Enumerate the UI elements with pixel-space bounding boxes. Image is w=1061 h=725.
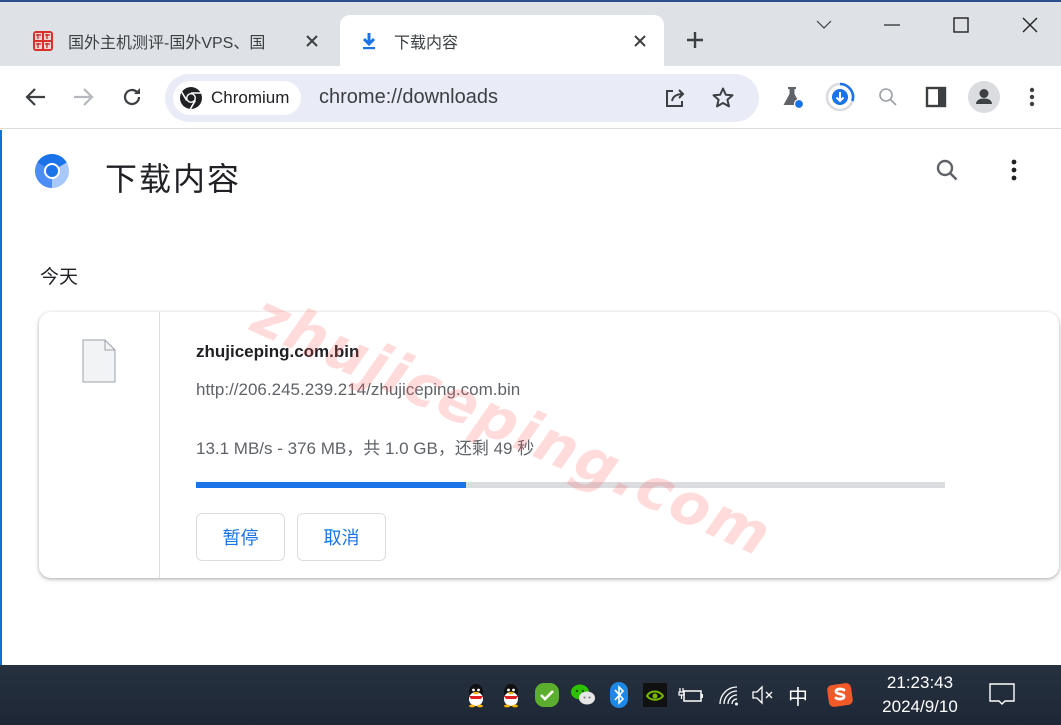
close-icon [306, 34, 318, 47]
bookmark-button[interactable] [707, 82, 739, 114]
minimize-button[interactable] [869, 10, 915, 40]
share-icon [666, 89, 685, 107]
tray-qq-2[interactable] [498, 682, 524, 708]
volume-muted-icon [752, 685, 773, 705]
cancel-button[interactable]: 取消 [297, 513, 386, 561]
file-icon-column [39, 312, 160, 578]
file-icon [82, 339, 116, 383]
download-status: 13.1 MB/s - 376 MB，共 1.0 GB，还剩 49 秒 [196, 439, 535, 458]
tray-bluetooth[interactable] [606, 682, 632, 708]
tray-security[interactable] [534, 682, 560, 708]
address-bar[interactable]: Chromium chrome://downloads [165, 74, 759, 122]
tray-qq-1[interactable] [463, 682, 489, 708]
downloads-button[interactable] [824, 81, 856, 113]
flask-icon [783, 87, 804, 109]
download-progress-icon [825, 82, 855, 112]
site-seal-icon [33, 30, 53, 51]
wechat-icon [571, 684, 595, 705]
close-icon [1022, 17, 1038, 33]
file-source-url[interactable]: http://206.245.239.214/zhujiceping.com.b… [196, 380, 520, 400]
download-icon [362, 32, 376, 49]
reload-icon [123, 88, 141, 106]
browser-toolbar: Chromium chrome://downloads [0, 66, 1061, 129]
download-progress-bar [196, 482, 945, 488]
minimize-icon [884, 24, 900, 26]
qq-icon [504, 684, 518, 708]
chip-label: Chromium [211, 88, 290, 107]
forward-button[interactable] [68, 81, 100, 113]
date-section-label: 今天 [40, 267, 79, 288]
file-name: zhujiceping.com.bin [196, 342, 360, 361]
page-title: 下载内容 [105, 161, 242, 197]
arrow-left-icon [25, 88, 45, 106]
url-text[interactable]: chrome://downloads [319, 86, 498, 109]
maximize-icon [953, 17, 969, 33]
reload-button[interactable] [116, 81, 148, 113]
sogou-input-icon [827, 683, 853, 707]
clock-date: 2024/9/10 [882, 697, 958, 716]
clock-time: 21:23:43 [886, 673, 954, 692]
tab-strip: 国外主机测评-国外VPS、国 下载内容 [0, 0, 1061, 66]
page-header: 下载内容 [0, 130, 1061, 215]
find-button[interactable] [872, 81, 904, 113]
tray-sogou[interactable] [827, 682, 853, 708]
tray-volume[interactable] [750, 682, 776, 708]
share-button[interactable] [659, 82, 691, 114]
close-icon [634, 34, 646, 47]
nvidia-icon [643, 683, 667, 707]
site-info-chip[interactable]: Chromium [173, 81, 302, 115]
qq-icon [469, 684, 483, 708]
more-vert-icon [1029, 87, 1035, 107]
tray-wechat[interactable] [570, 682, 596, 708]
maximize-button[interactable] [938, 10, 984, 40]
tab-title: 下载内容 [394, 34, 459, 52]
bluetooth-icon [610, 682, 628, 708]
tray-battery[interactable] [678, 682, 704, 708]
close-window-button[interactable] [1007, 10, 1053, 40]
chromium-logo-icon [35, 154, 69, 188]
tab-downloads[interactable]: 下载内容 [340, 15, 664, 66]
tab-site[interactable]: 国外主机测评-国外VPS、国 [18, 15, 336, 66]
download-item: zhujiceping.com.bin http://206.245.239.2… [39, 312, 1059, 578]
downloads-menu-button[interactable] [998, 154, 1030, 186]
labs-button[interactable] [776, 81, 808, 113]
side-panel-button[interactable] [920, 81, 952, 113]
system-clock[interactable]: 21:23:43 2024/9/10 [870, 671, 970, 719]
chevron-down-icon [816, 20, 832, 29]
downloads-page: 下载内容 今天 zhujiceping.com.bin http://206.2… [0, 130, 1061, 665]
security-check-icon [535, 683, 559, 707]
side-panel-icon [925, 86, 947, 108]
wifi-icon [719, 686, 738, 706]
pause-button[interactable]: 暂停 [196, 513, 285, 561]
more-vert-icon [1011, 159, 1017, 181]
tab-search-button[interactable] [801, 10, 847, 40]
tray-network[interactable] [716, 682, 742, 708]
tab-close-button[interactable] [300, 29, 324, 53]
back-button[interactable] [19, 81, 51, 113]
browser-menu-button[interactable] [1016, 81, 1048, 113]
battery-charging-icon [678, 688, 703, 702]
tab-title: 国外主机测评-国外VPS、国 [68, 34, 266, 52]
taskbar: 中 21:23:43 2024/9/10 [0, 665, 1061, 725]
notification-center-icon[interactable] [988, 682, 1016, 708]
window-top-border [0, 0, 1061, 2]
download-progress-fill [196, 482, 466, 488]
star-icon [712, 87, 734, 108]
profile-button[interactable] [968, 81, 1000, 113]
search-icon [879, 88, 897, 106]
tray-nvidia[interactable] [642, 682, 668, 708]
arrow-right-icon [74, 88, 94, 106]
avatar-icon [968, 81, 1000, 113]
plus-icon [687, 32, 703, 48]
search-downloads-button[interactable] [931, 154, 963, 186]
tray-ime[interactable]: 中 [785, 682, 811, 709]
chromium-logo-icon [180, 87, 202, 110]
search-icon [936, 159, 958, 181]
tab-close-button[interactable] [628, 29, 652, 53]
new-tab-button[interactable] [680, 27, 710, 53]
